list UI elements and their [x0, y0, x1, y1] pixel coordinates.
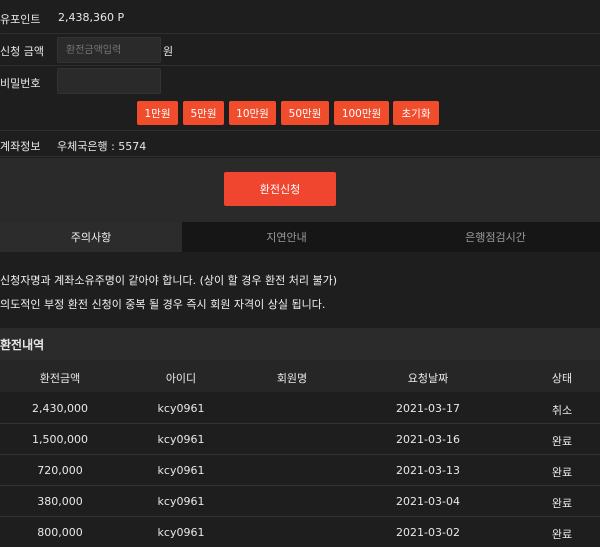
row-request-date: 2021-03-17 — [396, 402, 460, 415]
tab-bank-maintenance[interactable]: 은행점검시간 — [391, 222, 600, 252]
notice-item: 신청자명과 계좌소유주명이 같아야 합니다. (상이 할 경우 환전 처리 불가… — [0, 274, 338, 287]
row-request-date: 2021-03-04 — [396, 495, 460, 508]
add-50k-button[interactable]: 5만원 — [183, 101, 224, 125]
add-500k-button[interactable]: 50만원 — [281, 101, 329, 125]
points-label: 유포인트 — [0, 13, 41, 26]
column-header-request-date: 요청날짜 — [407, 372, 449, 385]
column-header-amount: 환전금액 — [39, 372, 81, 385]
add-100k-button[interactable]: 10만원 — [229, 101, 276, 125]
amount-unit: 원 — [163, 45, 174, 58]
points-row: 유포인트 2,438,360 P — [0, 0, 600, 34]
table-row: 720,000 kcy0961 2021-03-13 완료 — [0, 455, 600, 486]
row-amount: 800,000 — [37, 526, 83, 539]
row-status: 취소 — [551, 404, 573, 417]
table-row: 1,500,000 kcy0961 2021-03-16 완료 — [0, 424, 600, 455]
row-id: kcy0961 — [157, 495, 205, 508]
account-row: 계좌정보 우체국은행 : 5574 — [0, 130, 600, 157]
row-id: kcy0961 — [157, 526, 205, 539]
row-id: kcy0961 — [157, 433, 205, 446]
amount-label: 신청 금액 — [0, 45, 44, 58]
points-value: 2,438,360 P — [58, 11, 125, 24]
row-amount: 2,430,000 — [32, 402, 88, 415]
history-table-header: 환전금액 아이디 회원명 요청날짜 상태 — [0, 360, 600, 392]
reset-button[interactable]: 초기화 — [393, 101, 439, 125]
add-10k-button[interactable]: 1만원 — [137, 101, 178, 125]
column-header-id: 아이디 — [165, 372, 197, 385]
amount-row: 신청 금액 원 — [0, 34, 600, 66]
column-header-status: 상태 — [551, 372, 573, 385]
row-request-date: 2021-03-02 — [396, 526, 460, 539]
history-title-text: 환전내역 — [0, 337, 45, 352]
tab-notice[interactable]: 주의사항 — [0, 222, 182, 252]
row-status: 완료 — [551, 435, 573, 448]
row-request-date: 2021-03-16 — [396, 433, 460, 446]
history-title: 환전내역 — [0, 328, 600, 360]
amount-input[interactable] — [57, 37, 161, 63]
row-amount: 720,000 — [37, 464, 83, 477]
password-input[interactable] — [57, 68, 161, 94]
row-amount: 1,500,000 — [32, 433, 88, 446]
row-status: 완료 — [551, 466, 573, 479]
column-header-member-name: 회원명 — [276, 372, 308, 385]
tab-delay[interactable]: 지연안내 — [182, 222, 391, 252]
account-value: 우체국은행 : 5574 — [57, 140, 147, 153]
row-id: kcy0961 — [157, 402, 205, 415]
table-row: 800,000 kcy0961 2021-03-02 완료 — [0, 517, 600, 547]
row-id: kcy0961 — [157, 464, 205, 477]
row-status: 완료 — [551, 528, 573, 541]
table-row: 2,430,000 kcy0961 2021-03-17 취소 — [0, 393, 600, 424]
password-label: 비밀번호 — [0, 77, 41, 90]
row-status: 완료 — [551, 497, 573, 510]
row-request-date: 2021-03-13 — [396, 464, 460, 477]
password-row: 비밀번호 — [0, 66, 600, 98]
exchange-submit-button[interactable]: 환전신청 — [224, 172, 336, 206]
table-row: 380,000 kcy0961 2021-03-04 완료 — [0, 486, 600, 517]
account-label: 계좌정보 — [0, 140, 41, 153]
notice-item: 의도적인 부정 환전 신청이 중복 될 경우 즉시 회원 자격이 상실 됩니다. — [0, 298, 326, 311]
add-1m-button[interactable]: 100만원 — [334, 101, 389, 125]
row-amount: 380,000 — [37, 495, 83, 508]
